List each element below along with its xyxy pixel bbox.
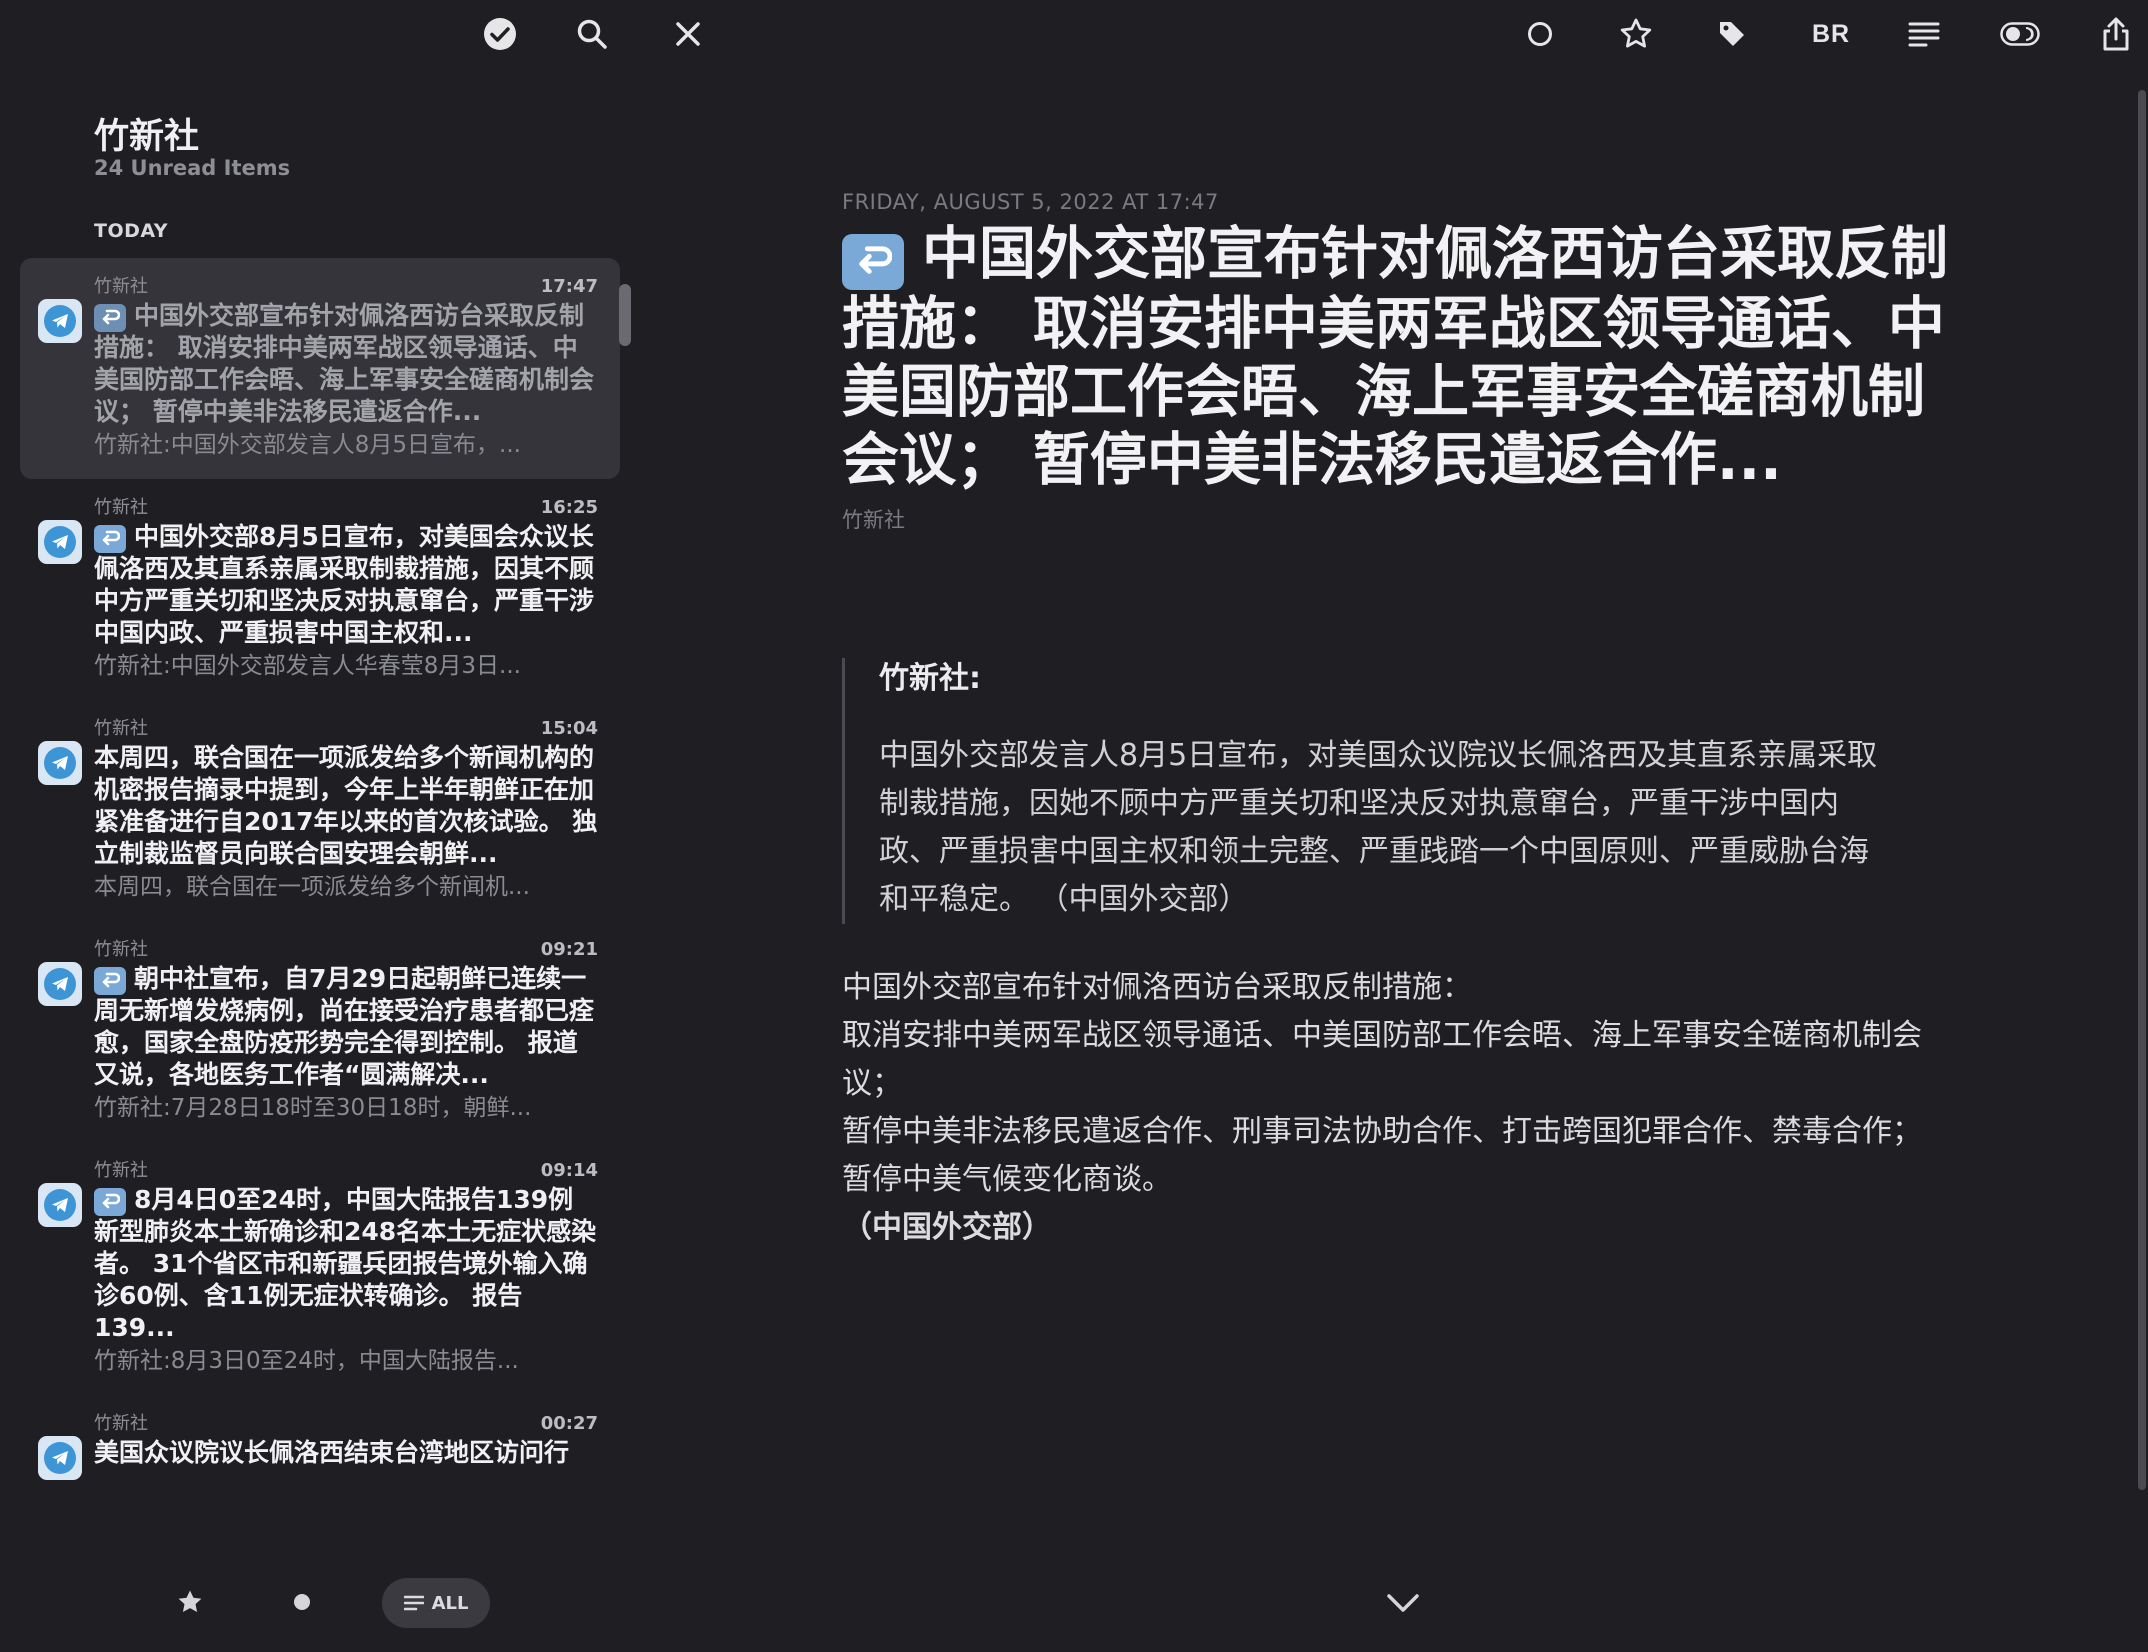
reply-icon xyxy=(842,234,904,290)
item-time: 09:21 xyxy=(540,939,598,960)
article-title-block: 中国外交部宣布针对佩洛西访台采取反制措施： 取消安排中美两军战区领导通话、中美国… xyxy=(842,220,1972,494)
item-time: 00:27 xyxy=(540,1413,598,1434)
next-article-icon[interactable] xyxy=(1380,1580,1426,1626)
quote-body: 中国外交部发言人8月5日宣布，对美国众议院议长佩洛西及其直系亲属采取制裁措施，因… xyxy=(879,738,1878,917)
share-icon[interactable] xyxy=(2094,12,2138,56)
item-title: 中国外交部宣布针对佩洛西访台采取反制措施： 取消安排中美两军战区领导通话、中美国… xyxy=(94,301,595,426)
list-item[interactable]: 竹新社 09:21 朝中社宣布，自7月29日起朝鲜已连续一周无新增发烧病例，尚在接… xyxy=(20,921,620,1142)
unread-circle-icon[interactable] xyxy=(1518,12,1562,56)
body-line: 暂停中美气候变化商谈。 xyxy=(842,1162,1172,1197)
telegram-icon xyxy=(38,962,82,1006)
starred-filter-icon[interactable] xyxy=(166,1578,214,1626)
article-source[interactable]: 竹新社 xyxy=(842,504,1972,534)
item-title: 中国外交部8月5日宣布，对美国会众议长佩洛西及其直系亲属采取制裁措施，因其不顾中… xyxy=(94,522,595,647)
item-snippet: 本周四，联合国在一项派发给多个新闻机... xyxy=(94,874,530,900)
section-label-today: TODAY xyxy=(94,220,169,242)
sidebar-scrollbar[interactable] xyxy=(619,284,631,346)
item-title: 朝中社宣布，自7月29日起朝鲜已连续一周无新增发烧病例，尚在接受治疗患者都已痊愈… xyxy=(94,964,595,1089)
item-snippet: 竹新社:中国外交部发言人华春莹8月3日... xyxy=(94,653,521,679)
telegram-icon xyxy=(38,1183,82,1227)
quote-heading: 竹新社: xyxy=(879,661,981,696)
blockquote: 竹新社: 中国外交部发言人8月5日宣布，对美国众议院议长佩洛西及其直系亲属采取制… xyxy=(842,658,1879,924)
list-icon xyxy=(403,1595,424,1611)
item-time: 15:04 xyxy=(540,718,598,739)
item-time: 17:47 xyxy=(540,276,598,297)
close-icon[interactable] xyxy=(666,12,710,56)
appearance-toggle-icon[interactable] xyxy=(1998,12,2042,56)
list-item[interactable]: 竹新社 16:25 中国外交部8月5日宣布，对美国会众议长佩洛西及其直系亲属采取制… xyxy=(20,479,620,700)
item-title: 本周四，联合国在一项派发给多个新闻机构的机密报告摘录中提到，今年上半年朝鲜正在加… xyxy=(94,743,598,868)
item-source: 竹新社 xyxy=(94,497,148,518)
all-filter-label: ALL xyxy=(431,1592,469,1614)
body-line: 取消安排中美两军战区领导通话、中美国防部工作会晤、海上军事安全磋商机制会议； xyxy=(842,1018,1922,1101)
item-source: 竹新社 xyxy=(94,1413,148,1434)
list-item[interactable]: 竹新社 17:47 中国外交部宣布针对佩洛西访台采取反制措施： 取消安排中美两军战… xyxy=(20,258,620,479)
all-filter-button[interactable]: ALL xyxy=(382,1578,490,1628)
list-item[interactable]: 竹新社 00:27 美国众议院议长佩洛西结束台湾地区访问行 xyxy=(20,1395,620,1487)
article-list: 竹新社 17:47 中国外交部宣布针对佩洛西访台采取反制措施： 取消安排中美两军战… xyxy=(20,258,620,1623)
feed-title: 竹新社 xyxy=(94,117,200,157)
body-line: 暂停中美非法移民遣返合作、刑事司法协助合作、打击跨国犯罪合作、禁毒合作； xyxy=(842,1114,1922,1149)
item-time: 09:14 xyxy=(540,1160,598,1181)
unread-filter-icon[interactable] xyxy=(278,1578,326,1626)
star-icon[interactable] xyxy=(1614,12,1658,56)
telegram-icon xyxy=(38,1436,82,1480)
text-settings-icon[interactable] xyxy=(1902,12,1946,56)
body-line-source: （中国外交部） xyxy=(842,1210,1052,1245)
filter-bar: ALL xyxy=(0,1570,640,1640)
article-date: FRIDAY, AUGUST 5, 2022 AT 17:47 xyxy=(842,190,1219,214)
telegram-icon xyxy=(38,299,82,343)
reply-icon xyxy=(94,1188,126,1216)
toolbar: BR xyxy=(0,0,2148,70)
typography-button[interactable]: BR xyxy=(1806,12,1856,56)
article-list-sidebar: 竹新社 24 Unread Items TODAY 竹新社 17:47 中国外交部… xyxy=(0,70,640,1570)
telegram-icon xyxy=(38,520,82,564)
list-item[interactable]: 竹新社 09:14 8月4日0至24时，中国大陆报告139例新型肺炎本土新确诊和2… xyxy=(20,1142,620,1395)
item-source: 竹新社 xyxy=(94,276,148,297)
mark-all-read-icon[interactable] xyxy=(478,12,522,56)
unread-count: 24 Unread Items xyxy=(94,156,291,180)
article-view: FRIDAY, AUGUST 5, 2022 AT 17:47 中国外交部宣布针… xyxy=(842,190,1972,1252)
article-scrollbar[interactable] xyxy=(2138,90,2146,1490)
item-time: 16:25 xyxy=(540,497,598,518)
item-snippet: 竹新社:8月3日0至24时，中国大陆报告... xyxy=(94,1348,519,1374)
item-snippet: 竹新社:中国外交部发言人8月5日宣布，... xyxy=(94,432,521,458)
list-item[interactable]: 竹新社 15:04 本周四，联合国在一项派发给多个新闻机构的机密报告摘录中提到，今… xyxy=(20,700,620,921)
item-title: 美国众议院议长佩洛西结束台湾地区访问行 xyxy=(94,1438,570,1467)
item-snippet: 竹新社:7月28日18时至30日18时，朝鲜... xyxy=(94,1095,532,1121)
reply-icon xyxy=(94,525,126,553)
item-source: 竹新社 xyxy=(94,718,148,739)
search-icon[interactable] xyxy=(570,12,614,56)
body-line: 中国外交部宣布针对佩洛西访台采取反制措施： xyxy=(842,970,1472,1005)
item-title: 8月4日0至24时，中国大陆报告139例新型肺炎本土新确诊和248名本土无症状感… xyxy=(94,1185,597,1342)
item-source: 竹新社 xyxy=(94,939,148,960)
reply-icon xyxy=(94,967,126,995)
article-body: 中国外交部宣布针对佩洛西访台采取反制措施： 取消安排中美两军战区领导通话、中美国… xyxy=(842,964,1972,1252)
article-title: 中国外交部宣布针对佩洛西访台采取反制措施： 取消安排中美两军战区领导通话、中美国… xyxy=(842,221,1948,493)
reply-icon xyxy=(94,304,126,332)
item-source: 竹新社 xyxy=(94,1160,148,1181)
telegram-icon xyxy=(38,741,82,785)
tag-icon[interactable] xyxy=(1710,12,1754,56)
